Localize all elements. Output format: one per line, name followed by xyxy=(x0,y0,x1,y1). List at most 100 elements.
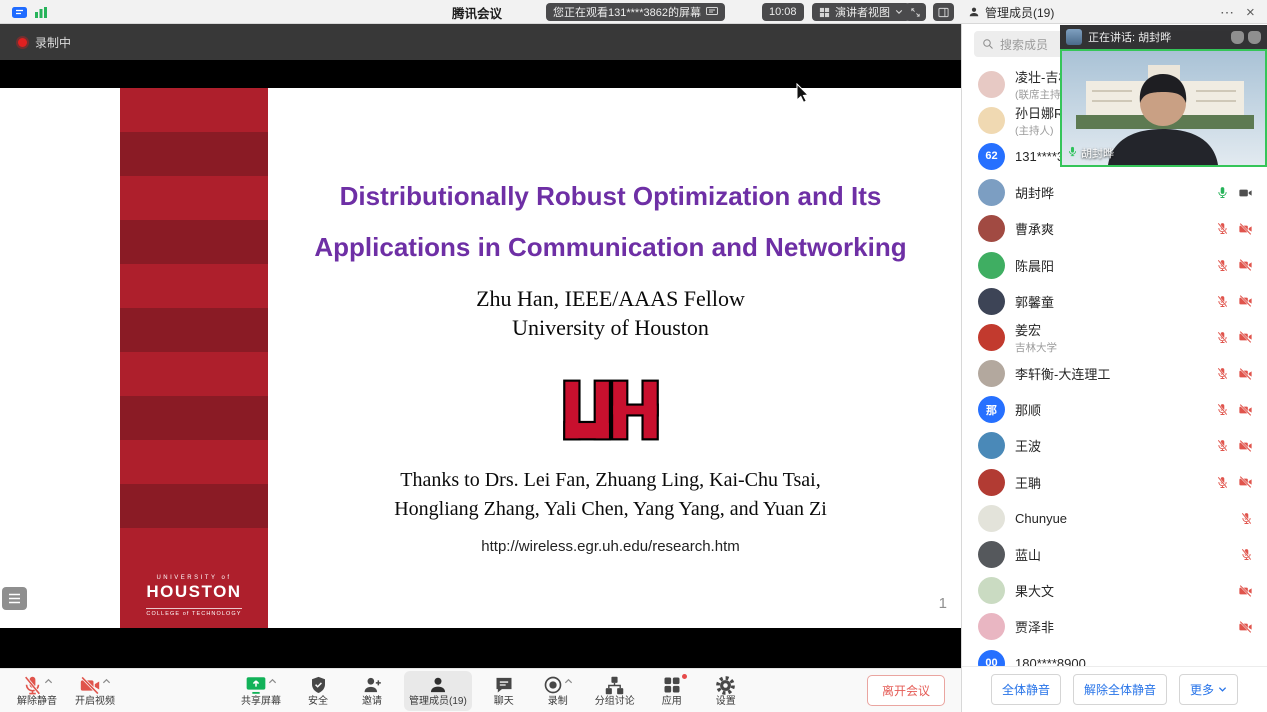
member-row[interactable]: 王聃 xyxy=(962,464,1267,500)
camera-on-icon[interactable] xyxy=(1238,186,1253,200)
member-name: 李轩衡-大连理工 xyxy=(1015,364,1110,383)
toolbar-item-camera-off[interactable]: 开启视频 xyxy=(70,671,120,711)
expand-icon xyxy=(910,7,921,18)
member-row[interactable]: 陈晨阳 xyxy=(962,247,1267,283)
layout-panes-button[interactable] xyxy=(933,3,954,21)
member-row[interactable]: 贾泽非 xyxy=(962,609,1267,645)
speaker-video-frame[interactable]: 胡封晔 xyxy=(1060,49,1267,167)
camera-off-icon[interactable] xyxy=(1238,439,1253,453)
camera-off-icon[interactable] xyxy=(79,675,101,696)
stats-app-icon[interactable] xyxy=(34,0,47,24)
member-name: 郭馨童 xyxy=(1015,292,1054,311)
camera-off-icon[interactable] xyxy=(1238,620,1253,634)
toolbar-item-share-screen[interactable]: 共享屏幕 xyxy=(236,671,286,711)
camera-off-icon[interactable] xyxy=(1238,403,1253,417)
toolbar-item-label: 分组讨论 xyxy=(595,697,635,707)
member-status-icons xyxy=(1216,403,1253,417)
mic-off-icon[interactable] xyxy=(1216,367,1229,380)
mic-on-icon-slot xyxy=(1067,146,1078,160)
toolbar-item-settings[interactable]: 设置 xyxy=(704,671,748,711)
toolbar-item-mic-off[interactable]: 解除静音 xyxy=(12,671,62,711)
member-row[interactable]: 蓝山 xyxy=(962,536,1267,572)
member-name: 180****8900 xyxy=(1015,656,1086,666)
member-row[interactable]: 果大文 xyxy=(962,573,1267,609)
notification-dot xyxy=(682,674,687,679)
toolbar-left-group: 解除静音 开启视频 xyxy=(12,671,120,711)
more-button[interactable]: 更多 xyxy=(1179,674,1238,705)
camera-off-icon[interactable] xyxy=(1238,367,1253,381)
slide-affiliation: University of Houston xyxy=(268,315,953,341)
mute-all-button[interactable]: 全体静音 xyxy=(991,674,1061,705)
toolbar-item-record[interactable]: 录制 xyxy=(536,671,580,711)
mic-off-icon[interactable] xyxy=(1216,295,1229,308)
member-status-icons xyxy=(1216,186,1253,200)
chevron-up-icon[interactable] xyxy=(44,677,53,685)
slide-thanks-line1: Thanks to Drs. Lei Fan, Zhuang Ling, Kai… xyxy=(268,469,953,492)
speaker-video[interactable]: 正在讲话: 胡封晔 胡封晔 xyxy=(1060,25,1267,167)
toolbar-item-label: 解除静音 xyxy=(17,697,57,707)
member-row[interactable]: 00180****8900 xyxy=(962,645,1267,666)
mic-off-icon[interactable] xyxy=(1240,512,1253,525)
mic-off-icon[interactable] xyxy=(1216,403,1229,416)
leave-meeting-button[interactable]: 离开会议 xyxy=(867,675,945,706)
member-row[interactable]: 李轩衡-大连理工 xyxy=(962,356,1267,392)
mic-on-icon[interactable] xyxy=(1216,186,1229,199)
camera-off-icon[interactable] xyxy=(1238,294,1253,308)
meeting-content: 录制中 UNIVERSITY of HOUSTON COLLEGE of TEC… xyxy=(0,24,961,712)
chevron-up-icon[interactable] xyxy=(268,677,277,685)
member-row[interactable]: 郭馨童 xyxy=(962,283,1267,319)
member-avatar xyxy=(978,469,1005,496)
speaker-thumb-icon xyxy=(1066,29,1082,45)
houston-logo-banner: UNIVERSITY of HOUSTON COLLEGE of TECHNOL… xyxy=(120,566,268,628)
member-row[interactable]: Chunyue xyxy=(962,500,1267,536)
mic-off-icon[interactable] xyxy=(1216,439,1229,452)
toolbar-item-label: 管理成员(19) xyxy=(409,697,467,707)
member-avatar xyxy=(978,252,1005,279)
mic-off-icon[interactable] xyxy=(1216,222,1229,235)
breakout-icon xyxy=(604,675,625,696)
chevron-up-icon[interactable] xyxy=(102,677,111,685)
panel-header: 管理成员(19) xyxy=(968,0,1054,24)
ellipsis-icon[interactable]: ⋯ xyxy=(1220,0,1234,24)
member-row[interactable]: 姜宏吉林大学 xyxy=(962,319,1267,355)
side-toolbar-toggle[interactable] xyxy=(2,587,27,610)
toolbar-item-shield[interactable]: 安全 xyxy=(296,671,340,711)
member-row[interactable]: 曹承爽 xyxy=(962,211,1267,247)
camera-off-icon[interactable] xyxy=(1238,475,1253,489)
view-mode-dropdown[interactable]: 演讲者视图 xyxy=(812,3,910,21)
member-avatar xyxy=(978,432,1005,459)
close-icon[interactable]: × xyxy=(1246,0,1255,24)
member-status-icons xyxy=(1216,475,1253,489)
screen-icon xyxy=(706,7,718,17)
mic-on-icon[interactable] xyxy=(1067,146,1078,157)
member-row[interactable]: 胡封晔 xyxy=(962,175,1267,211)
toolbar-item-members[interactable]: 管理成员(19) xyxy=(404,671,472,711)
camera-off-icon[interactable] xyxy=(1238,330,1253,344)
fullscreen-button[interactable] xyxy=(905,3,926,21)
toolbar-item-chat[interactable]: 聊天 xyxy=(482,671,526,711)
invite-icon xyxy=(362,675,383,695)
member-row[interactable]: 那那顺 xyxy=(962,392,1267,428)
mic-off-icon[interactable] xyxy=(1216,476,1229,489)
toolbar-item-label: 聊天 xyxy=(494,697,514,707)
mic-off-icon[interactable] xyxy=(22,675,43,696)
unmute-all-button[interactable]: 解除全体静音 xyxy=(1073,674,1167,705)
toolbar-item-apps[interactable]: 应用 xyxy=(650,671,694,711)
camera-off-icon[interactable] xyxy=(1238,584,1253,598)
slide-title-line1: Distributionally Robust Optimization and… xyxy=(268,181,953,212)
mic-off-icon[interactable] xyxy=(1240,548,1253,561)
record-dot-icon xyxy=(18,38,27,47)
meeting-app-icon[interactable] xyxy=(12,0,27,24)
camera-off-icon[interactable] xyxy=(1238,258,1253,272)
member-row[interactable]: 王波 xyxy=(962,428,1267,464)
hand-icon xyxy=(1248,31,1261,44)
search-placeholder: 搜索成员 xyxy=(1000,36,1048,53)
toolbar-item-breakout[interactable]: 分组讨论 xyxy=(590,671,640,711)
mic-off-icon[interactable] xyxy=(1216,259,1229,272)
toolbar-item-invite[interactable]: 邀请 xyxy=(350,671,394,711)
camera-off-icon[interactable] xyxy=(1238,222,1253,236)
mic-off-icon[interactable] xyxy=(1216,331,1229,344)
members-panel-footer: 全体静音解除全体静音更多 xyxy=(962,666,1267,712)
member-avatar xyxy=(978,324,1005,351)
chevron-up-icon[interactable] xyxy=(564,677,573,685)
